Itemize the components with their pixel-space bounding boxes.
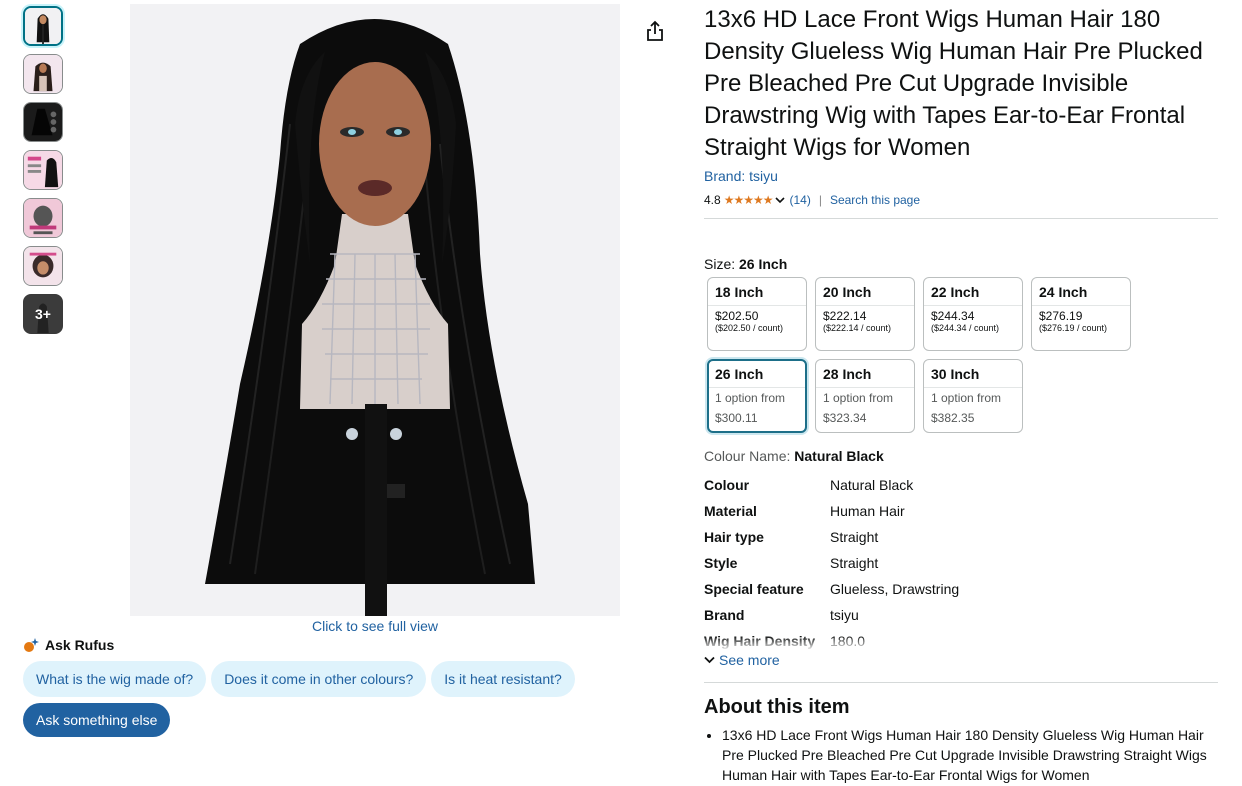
rufus-header: Ask Rufus bbox=[23, 637, 114, 653]
about-title: About this item bbox=[704, 696, 850, 718]
thumbnail-strip: 3+ bbox=[23, 6, 63, 342]
size-price: $202.50 bbox=[715, 309, 759, 323]
rufus-chip-colours[interactable]: Does it come in other colours? bbox=[211, 661, 427, 697]
attributes-fade bbox=[704, 636, 1218, 650]
star-rating-icon[interactable]: ★★★★★ bbox=[724, 193, 774, 207]
size-option-20[interactable]: 20 Inch $222.14 ($222.14 / count) bbox=[815, 277, 915, 351]
attribute-key: Colour bbox=[704, 477, 750, 493]
size-from-price: $382.35 bbox=[931, 411, 975, 425]
divider bbox=[704, 218, 1218, 219]
about-bullet: 13x6 HD Lace Front Wigs Human Hair 180 D… bbox=[722, 725, 1218, 785]
size-unit-price: ($244.34 / count) bbox=[931, 323, 1000, 333]
size-name: 28 Inch bbox=[823, 366, 872, 382]
size-option-text: 1 option from bbox=[715, 391, 786, 405]
chevron-down-icon bbox=[704, 656, 715, 664]
size-name: 18 Inch bbox=[715, 284, 764, 300]
share-icon[interactable] bbox=[645, 20, 665, 42]
see-more-label: See more bbox=[719, 652, 780, 668]
colour-name: Colour Name: Natural Black bbox=[704, 447, 1218, 465]
rating-value: 4.8 bbox=[704, 193, 721, 207]
size-option-text: 1 option from bbox=[931, 391, 1002, 405]
brand-link[interactable]: Brand: tsiyu bbox=[704, 166, 1218, 186]
size-price: $244.34 bbox=[931, 309, 975, 323]
size-name: 24 Inch bbox=[1039, 284, 1088, 300]
rufus-title: Ask Rufus bbox=[45, 637, 115, 653]
product-title: 13x6 HD Lace Front Wigs Human Hair 180 D… bbox=[704, 6, 1203, 161]
size-from-price: $300.11 bbox=[715, 411, 758, 425]
size-name: 22 Inch bbox=[931, 284, 980, 300]
thumbnail-6[interactable] bbox=[23, 246, 63, 286]
thumbnail-2[interactable] bbox=[23, 54, 63, 94]
thumbnail-1[interactable] bbox=[23, 6, 63, 46]
size-price: $222.14 bbox=[823, 309, 867, 323]
size-unit-price: ($222.14 / count) bbox=[823, 323, 892, 333]
see-more-link[interactable]: See more bbox=[704, 652, 1218, 668]
size-unit-price: ($276.19 / count) bbox=[1039, 323, 1108, 333]
size-name: 26 Inch bbox=[715, 366, 764, 382]
ask-something-else-button[interactable]: Ask something else bbox=[23, 703, 171, 737]
attribute-key: Special feature bbox=[704, 581, 804, 597]
rating-count-link[interactable]: (14) bbox=[789, 193, 810, 207]
search-this-page-link[interactable]: Search this page bbox=[830, 193, 920, 207]
size-options: 18 Inch $202.50 ($202.50 / count) 20 Inc… bbox=[707, 277, 1218, 433]
size-option-22[interactable]: 22 Inch $244.34 ($244.34 / count) bbox=[923, 277, 1023, 351]
size-option-26[interactable]: 26 Inch 1 option from $300.11 bbox=[707, 359, 807, 433]
separator: | bbox=[818, 193, 822, 207]
size-option-text: 1 option from bbox=[823, 391, 894, 405]
attribute-value: Natural Black bbox=[830, 477, 914, 493]
thumbnail-5[interactable] bbox=[23, 198, 63, 238]
thumbnail-4[interactable] bbox=[23, 150, 63, 190]
attribute-key: Brand bbox=[704, 607, 745, 623]
size-label: Size: 26 Inch bbox=[704, 255, 1218, 273]
size-option-18[interactable]: 18 Inch $202.50 ($202.50 / count) bbox=[707, 277, 807, 351]
attribute-row: Brand tsiyu bbox=[704, 606, 1218, 632]
size-from-price: $323.34 bbox=[823, 411, 867, 425]
attribute-row: Special feature Glueless, Drawstring bbox=[704, 580, 1218, 606]
size-option-30[interactable]: 30 Inch 1 option from $382.35 bbox=[923, 359, 1023, 433]
attribute-value: Human Hair bbox=[830, 503, 905, 519]
thumbnail-more[interactable]: 3+ bbox=[23, 294, 63, 334]
more-images-label: 3+ bbox=[35, 306, 51, 322]
main-product-image[interactable] bbox=[130, 4, 620, 616]
colour-name-label: Colour Name: bbox=[704, 448, 791, 464]
size-selected-value: 26 Inch bbox=[739, 256, 788, 272]
size-name: 30 Inch bbox=[931, 366, 980, 382]
about-bullets: 13x6 HD Lace Front Wigs Human Hair 180 D… bbox=[704, 725, 1218, 785]
attribute-row: Hair type Straight bbox=[704, 528, 1218, 554]
attribute-row: Material Human Hair bbox=[704, 502, 1218, 528]
rufus-chip-heat[interactable]: Is it heat resistant? bbox=[431, 661, 575, 697]
size-option-24[interactable]: 24 Inch $276.19 ($276.19 / count) bbox=[1031, 277, 1131, 351]
attribute-key: Material bbox=[704, 503, 757, 519]
size-option-28[interactable]: 28 Inch 1 option from $323.34 bbox=[815, 359, 915, 433]
rufus-suggestions: What is the wig made of? Does it come in… bbox=[23, 661, 575, 697]
attribute-row: Colour Natural Black bbox=[704, 476, 1218, 502]
attribute-value: Straight bbox=[830, 555, 879, 571]
size-unit-price: ($202.50 / count) bbox=[715, 323, 784, 333]
attribute-value: Glueless, Drawstring bbox=[830, 581, 960, 597]
thumbnail-3[interactable] bbox=[23, 102, 63, 142]
rufus-icon bbox=[24, 638, 39, 652]
attribute-key: Style bbox=[704, 555, 738, 571]
size-price: $276.19 bbox=[1039, 309, 1083, 323]
full-view-link[interactable]: Click to see full view bbox=[130, 618, 620, 634]
rufus-chip-material[interactable]: What is the wig made of? bbox=[23, 661, 207, 697]
product-attributes: Colour Natural Black Material Human Hair… bbox=[704, 476, 1218, 650]
divider bbox=[704, 682, 1218, 683]
size-label-text: Size: bbox=[704, 256, 736, 272]
chevron-down-icon[interactable] bbox=[775, 196, 786, 204]
attribute-key: Hair type bbox=[704, 529, 764, 545]
size-name: 20 Inch bbox=[823, 284, 872, 300]
attribute-value: tsiyu bbox=[830, 607, 859, 623]
attribute-value: Straight bbox=[830, 529, 879, 545]
rating-row: 4.8 ★★★★★ (14) | Search this page bbox=[704, 190, 1218, 210]
product-details: 13x6 HD Lace Front Wigs Human Hair 180 D… bbox=[704, 4, 1218, 786]
colour-name-value: Natural Black bbox=[794, 448, 884, 464]
attribute-row: Style Straight bbox=[704, 554, 1218, 580]
